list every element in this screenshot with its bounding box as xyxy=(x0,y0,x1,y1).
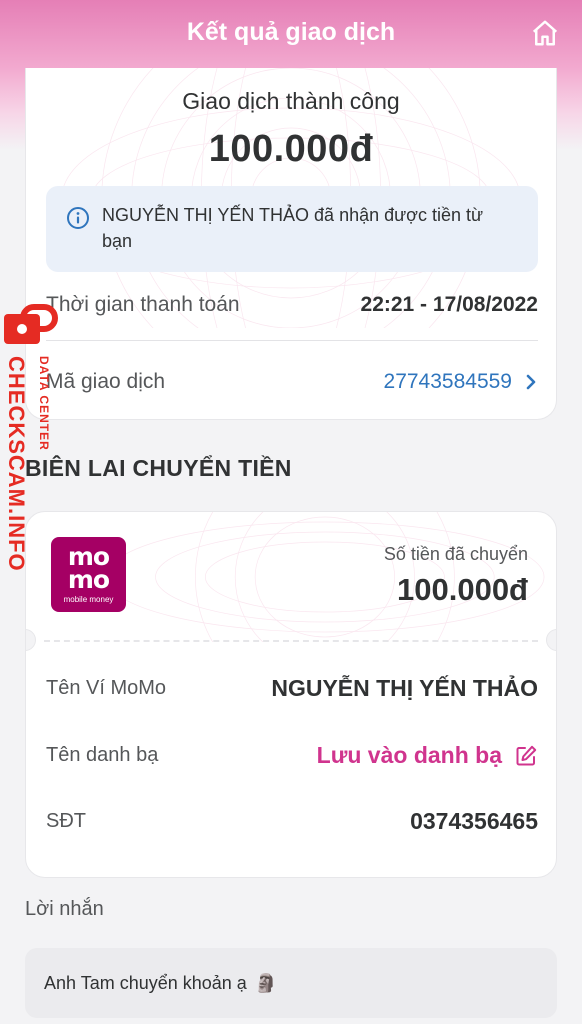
watermark-main-text: CHECKSCAM.INFO xyxy=(4,356,29,572)
watermark-sub-text: DATA CENTER xyxy=(37,356,51,451)
payment-time-label: Thời gian thanh toán xyxy=(46,293,240,316)
info-icon xyxy=(67,207,89,229)
chevron-right-icon xyxy=(526,374,536,390)
payment-time-row: Thời gian thanh toán 22:21 - 17/08/2022 xyxy=(46,271,538,339)
ticket-notch-right xyxy=(546,629,556,651)
receipt-card: mo mo mobile money Số tiền đã chuyển 100… xyxy=(25,511,557,878)
save-contact-button[interactable]: Lưu vào danh bạ xyxy=(317,742,538,769)
contact-label: Tên danh bạ xyxy=(46,744,159,766)
save-contact-label: Lưu vào danh bạ xyxy=(316,742,502,768)
moai-emoji: 🗿 xyxy=(254,972,278,993)
ticket-divider xyxy=(44,640,538,642)
home-icon xyxy=(532,20,558,46)
sent-amount: 100.000đ xyxy=(397,572,528,607)
txn-id-link[interactable]: 27743584559 xyxy=(384,370,538,394)
wallet-label: Tên Ví MoMo xyxy=(46,677,167,699)
momo-logo-sub: mobile money xyxy=(63,595,114,604)
phone-row: SĐT 0374356465 xyxy=(46,808,538,835)
status-text: Giao dịch thành công xyxy=(182,88,400,114)
txn-id-row: Mã giao dịch 27743584559 xyxy=(46,348,538,416)
message-box: Anh Tam chuyển khoản ạ 🗿 xyxy=(25,948,557,1018)
payment-time-value: 22:21 - 17/08/2022 xyxy=(360,293,538,316)
wallet-value: NGUYỄN THỊ YẾN THẢO xyxy=(271,675,538,701)
phone-label: SĐT xyxy=(46,810,86,832)
amount: 100.000đ xyxy=(208,128,374,170)
lock-icon xyxy=(4,314,40,344)
lock-keyhole xyxy=(17,324,27,334)
phone-value: 0374356465 xyxy=(410,808,538,834)
info-box: NGUYỄN THỊ YẾN THẢO đã nhận được tiền từ… xyxy=(46,186,538,272)
info-text: NGUYỄN THỊ YẾN THẢO đã nhận được tiền từ… xyxy=(102,205,484,251)
divider xyxy=(46,340,538,341)
txn-id-value: 27743584559 xyxy=(383,370,512,393)
transaction-result-card: Giao dịch thành công 100.000đ NGUYỄN THỊ… xyxy=(25,68,557,420)
message-text: Anh Tam chuyển khoản ạ xyxy=(44,972,247,993)
wallet-row: Tên Ví MoMo NGUYỄN THỊ YẾN THẢO xyxy=(46,675,538,702)
home-button[interactable] xyxy=(528,16,562,50)
page-title: Kết quả giao dịch xyxy=(186,18,396,46)
watermark: CHECKSCAM.INFO DATA CENTER xyxy=(0,300,64,590)
contact-row: Tên danh bạ Lưu vào danh bạ xyxy=(46,742,538,769)
edit-icon xyxy=(516,745,537,765)
sent-amount-label: Số tiền đã chuyển xyxy=(383,544,528,564)
message-label: Lời nhắn xyxy=(25,898,104,920)
receipt-title: BIÊN LAI CHUYỂN TIỀN xyxy=(25,455,292,481)
